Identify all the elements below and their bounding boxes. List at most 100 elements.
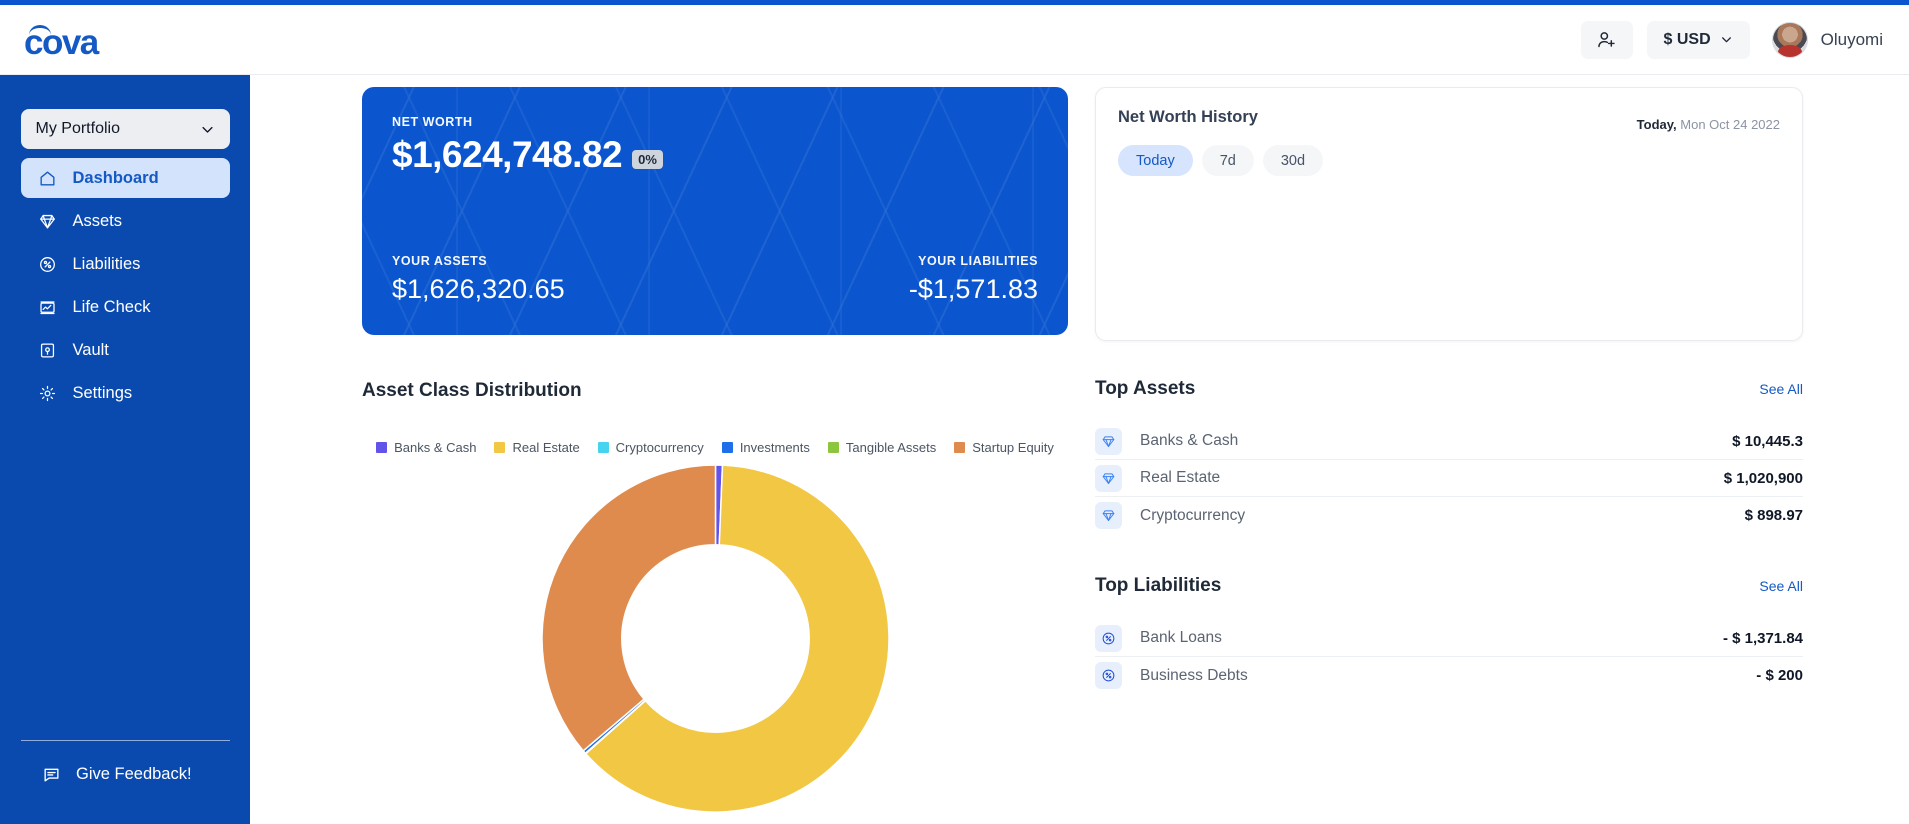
asset-class-distribution-chart: [362, 465, 1068, 824]
avatar: [1771, 21, 1808, 58]
top-assets-see-all[interactable]: See All: [1759, 381, 1803, 397]
net-worth-change-badge: 0%: [632, 149, 663, 169]
sidebar-item-label: Assets: [72, 211, 123, 230]
percent-circle-icon: [1095, 624, 1122, 652]
list-item-label: Real Estate: [1140, 469, 1221, 486]
net-worth-caption: NET WORTH: [392, 115, 473, 129]
sidebar-item-dashboard[interactable]: Dashboard: [20, 158, 230, 198]
legend-swatch: [954, 442, 966, 453]
sidebar: My Portfolio Dashboard Assets Liabilitie…: [0, 75, 250, 824]
sidebar-item-label: Life Check: [72, 297, 151, 316]
legend-item[interactable]: Startup Equity: [954, 440, 1054, 455]
list-item[interactable]: Real Estate $ 1,020,900: [1095, 460, 1803, 497]
list-item-label: Cryptocurrency: [1140, 506, 1246, 524]
chevron-down-icon: [1721, 37, 1731, 43]
safe-icon: [38, 340, 58, 360]
chevron-down-icon: [201, 126, 213, 133]
sidebar-item-assets[interactable]: Assets: [21, 201, 230, 241]
list-item-value: $ 898.97: [1744, 507, 1803, 524]
add-user-button[interactable]: [1580, 20, 1633, 59]
top-liabilities-list: Bank Loans - $ 1,371.84 Business Debts - $ …: [1095, 620, 1803, 694]
app-header: cova $ USD Oluyomi: [0, 5, 1909, 75]
sidebar-item-settings[interactable]: Settings: [21, 373, 230, 413]
period-pill-today[interactable]: Today: [1118, 145, 1193, 176]
legend-label: Banks & Cash: [394, 440, 477, 455]
list-item[interactable]: Banks & Cash $ 10,445.3: [1095, 423, 1803, 460]
give-feedback-label: Give Feedback!: [76, 764, 192, 783]
legend-swatch: [597, 442, 609, 453]
your-assets-caption: YOUR ASSETS: [392, 254, 488, 268]
your-assets-block: YOUR ASSETS $1,626,320.65: [392, 254, 565, 305]
top-assets-list: Banks & Cash $ 10,445.3 Real Estate $ 1,020…: [1095, 423, 1803, 534]
legend-label: Investments: [739, 440, 810, 455]
list-item-label: Bank Loans: [1140, 629, 1222, 646]
legend-item[interactable]: Real Estate: [494, 440, 580, 455]
date-value: Mon Oct 24 2022: [1680, 117, 1780, 132]
chart-legend: Banks & Cash Real Estate Cryptocurrency Inv…: [362, 440, 1068, 455]
chart-box-icon: [38, 297, 58, 317]
legend-swatch: [721, 442, 733, 453]
donut-slice[interactable]: [541, 465, 716, 752]
period-pill-7d[interactable]: 7d: [1201, 145, 1254, 176]
legend-swatch: [494, 442, 506, 453]
net-worth-value: $1,624,748.82: [392, 134, 623, 175]
legend-item[interactable]: Tangible Assets: [827, 440, 937, 455]
net-worth-history-date: Today, Mon Oct 24 2022: [1637, 108, 1780, 132]
list-item-value: $ 10,445.3: [1732, 432, 1803, 450]
sidebar-item-label: Liabilities: [72, 254, 141, 273]
gear-icon: [38, 383, 58, 403]
portfolio-selector-label: My Portfolio: [35, 120, 120, 137]
period-pill-30d[interactable]: 30d: [1262, 145, 1324, 176]
your-liabilities-value: -$1,571.83: [908, 274, 1038, 304]
net-worth-history-card: Net Worth History Today, Mon Oct 24 2022…: [1095, 87, 1803, 341]
sidebar-item-vault[interactable]: Vault: [21, 330, 230, 370]
donut-chart-svg: [541, 465, 889, 812]
diamond-icon: [38, 211, 58, 231]
your-liabilities-block: YOUR LIABILITIES -$1,571.83: [909, 254, 1038, 305]
net-worth-history-chart-area: [1096, 176, 1802, 326]
user-name: Oluyomi: [1820, 29, 1883, 49]
home-icon: [38, 168, 58, 188]
top-liabilities-section: Top Liabilities See All Bank Loans - $ 1,…: [1095, 575, 1803, 694]
logo-text: cova: [24, 23, 99, 62]
sidebar-item-life-check[interactable]: Life Check: [21, 287, 230, 327]
net-worth-history-title: Net Worth History: [1118, 108, 1258, 126]
list-item-value: $ 1,020,900: [1723, 469, 1803, 487]
diamond-icon: [1095, 427, 1122, 455]
legend-label: Real Estate: [512, 440, 580, 455]
currency-selector[interactable]: $ USD: [1646, 20, 1750, 59]
your-liabilities-caption: YOUR LIABILITIES: [918, 254, 1038, 268]
cova-logo[interactable]: cova: [24, 18, 144, 62]
legend-item[interactable]: Banks & Cash: [376, 440, 476, 455]
user-menu[interactable]: Oluyomi: [1771, 21, 1883, 58]
sidebar-item-label: Dashboard: [72, 168, 159, 187]
list-item-label: Banks & Cash: [1140, 432, 1239, 449]
currency-label: $ USD: [1663, 30, 1711, 48]
header-actions: $ USD Oluyomi: [1580, 20, 1883, 59]
legend-label: Tangible Assets: [845, 440, 937, 455]
list-item[interactable]: Bank Loans - $ 1,371.84: [1095, 620, 1803, 657]
legend-item[interactable]: Investments: [721, 440, 810, 455]
list-item-label: Business Debts: [1140, 666, 1248, 684]
asset-class-distribution-title: Asset Class Distribution: [362, 380, 582, 401]
net-worth-card: NET WORTH $1,624,748.82 0% YOUR ASSETS $…: [362, 87, 1068, 335]
sidebar-divider: [21, 740, 230, 741]
your-assets-value: $1,626,320.65: [392, 274, 565, 304]
list-item-value: - $ 1,371.84: [1722, 629, 1803, 647]
donut-chart: [541, 465, 889, 812]
percent-circle-icon: [1095, 662, 1122, 689]
percent-circle-icon: [38, 254, 58, 274]
legend-label: Startup Equity: [972, 440, 1054, 455]
sidebar-item-liabilities[interactable]: Liabilities: [21, 244, 230, 284]
top-liabilities-see-all[interactable]: See All: [1759, 578, 1803, 594]
list-item[interactable]: Business Debts - $ 200: [1095, 657, 1803, 694]
dashboard-page: cova $ USD Oluyomi My Portfolio Dashboar…: [0, 0, 1909, 824]
legend-swatch: [827, 442, 839, 453]
portfolio-selector[interactable]: My Portfolio: [20, 109, 230, 149]
top-assets-title: Top Assets: [1095, 378, 1196, 399]
legend-item[interactable]: Cryptocurrency: [597, 440, 704, 455]
date-prefix: Today,: [1636, 117, 1677, 132]
give-feedback-button[interactable]: Give Feedback!: [21, 758, 230, 790]
period-filter-group: Today 7d 30d: [1096, 132, 1802, 176]
list-item[interactable]: Cryptocurrency $ 898.97: [1095, 497, 1803, 534]
